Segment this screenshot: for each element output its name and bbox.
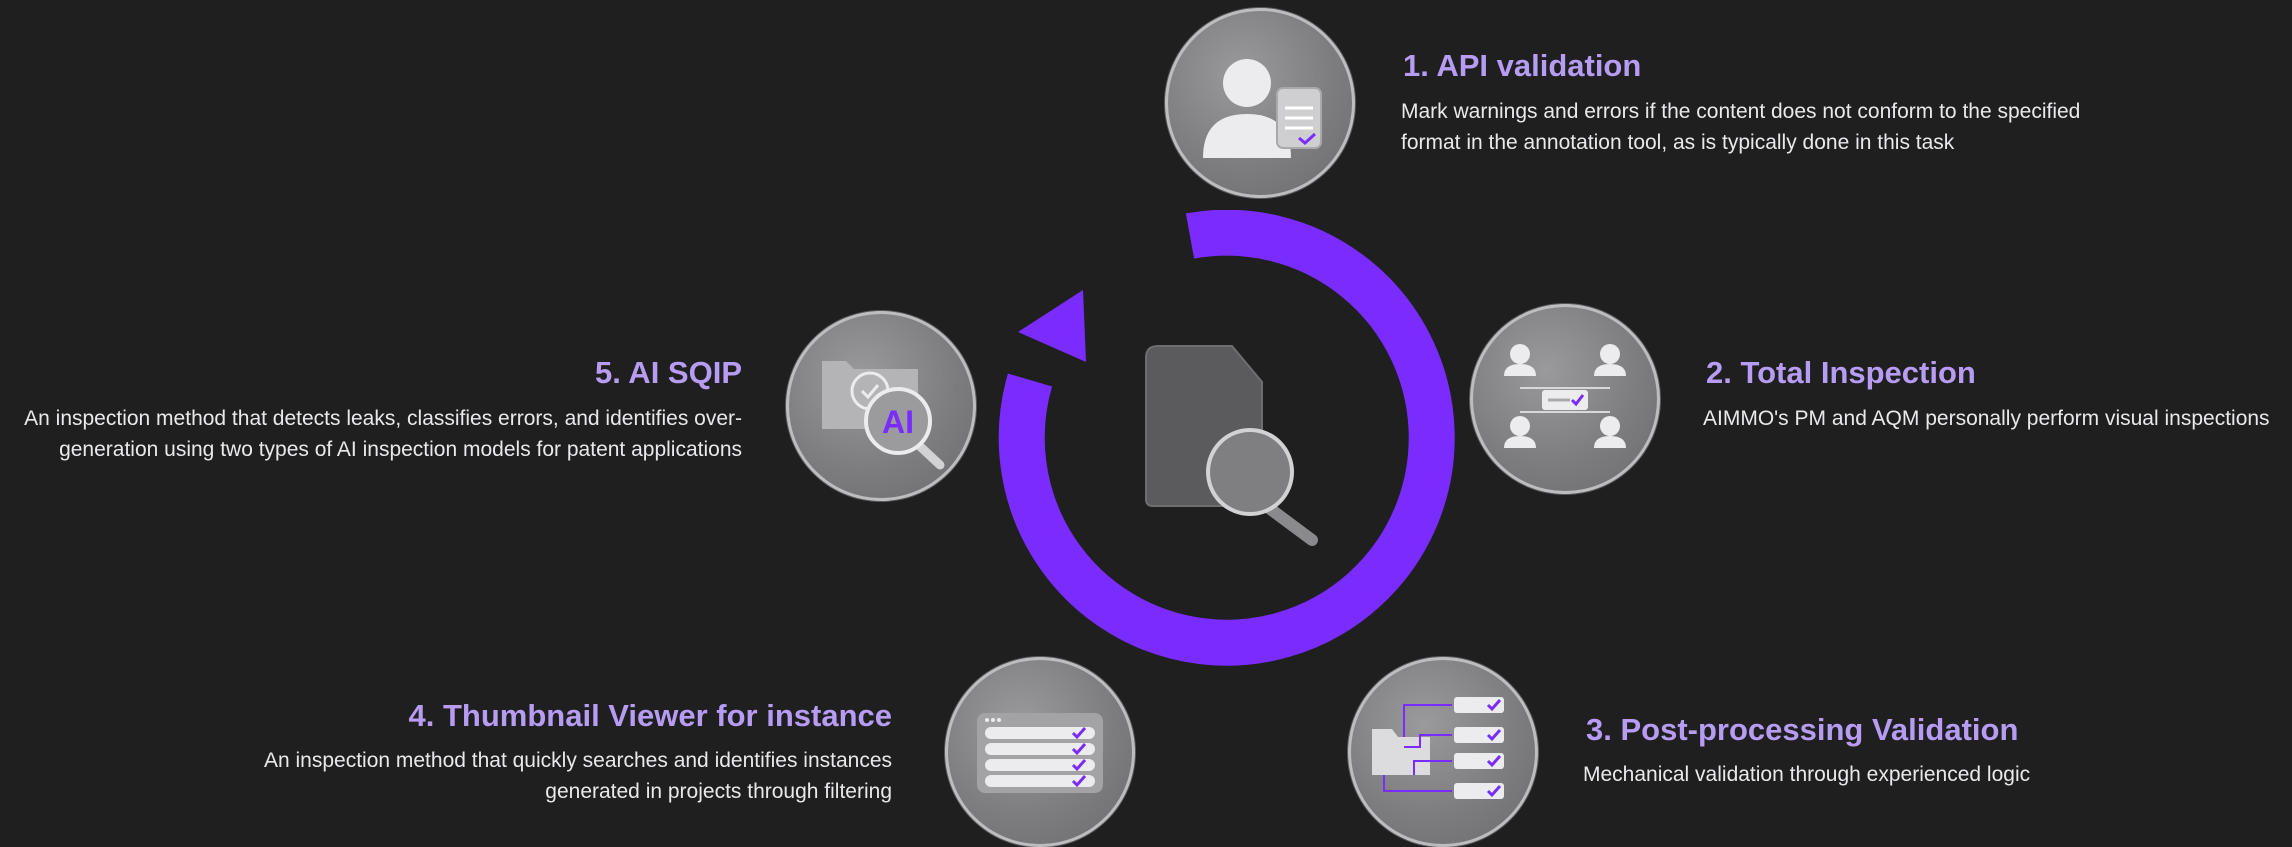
cycle-diagram: [998, 210, 1455, 666]
step-2-title: 2. Total Inspection: [1706, 355, 1976, 390]
step-5-title: 5. AI SQIP: [594, 355, 742, 390]
team-review-icon: [1504, 344, 1626, 448]
step-3-title: 3. Post-processing Validation: [1586, 712, 2019, 747]
document-magnifier-icon: [1145, 345, 1318, 546]
step-1-title: 1. API validation: [1403, 48, 1642, 83]
user-document-icon: [1203, 59, 1322, 158]
post-processing-node: [1348, 657, 1538, 847]
total-inspection-node: [1470, 304, 1660, 494]
cycle-arrow-head: [1018, 290, 1086, 362]
ai-label: AI: [882, 404, 914, 440]
step-5-description: An inspection method that detects leaks,…: [24, 407, 742, 461]
step-2-description: AIMMO's PM and AQM personally perform vi…: [1703, 407, 2270, 430]
step-3-description: Mechanical validation through experience…: [1583, 763, 2031, 786]
list-window-icon: [977, 713, 1103, 793]
step-4-title: 4. Thumbnail Viewer for instance: [408, 698, 893, 733]
thumbnail-viewer-node: [945, 657, 1135, 847]
ai-magnifier-icon: AI: [822, 361, 945, 470]
api-validation-node: [1165, 8, 1355, 198]
ai-sqip-node: AI: [786, 311, 976, 501]
step-4-description: An inspection method that quickly search…: [263, 749, 892, 803]
folder-checklist-icon: [1372, 697, 1504, 799]
step-1-description: Mark warnings and errors if the content …: [1401, 100, 2081, 154]
